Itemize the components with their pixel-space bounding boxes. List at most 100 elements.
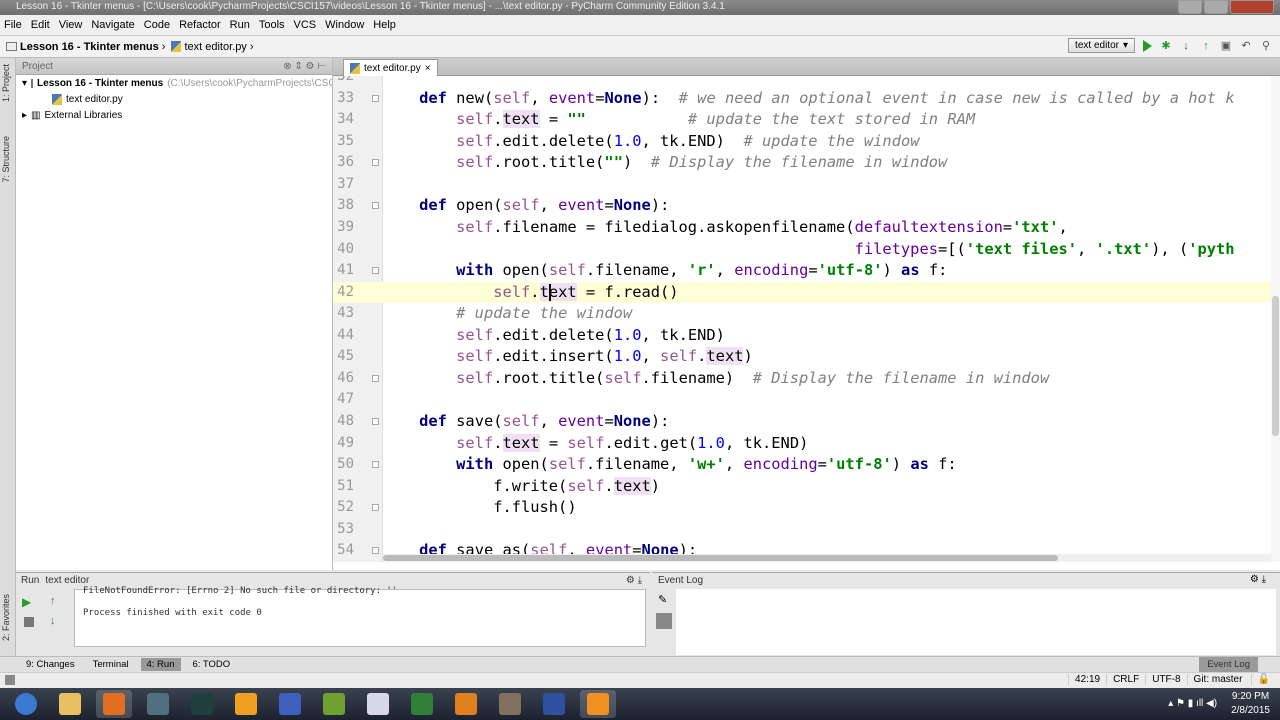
menu-help[interactable]: Help [373, 19, 396, 31]
vcs-branch[interactable]: Git: master [1186, 674, 1251, 685]
close-icon[interactable]: × [425, 63, 431, 74]
code-token: with [456, 455, 494, 474]
tree-item-file[interactable]: text editor.py [16, 91, 332, 107]
tab-event-log[interactable]: Event Log [1199, 657, 1258, 673]
tray-icons[interactable]: ▴ ⚑ ▮ ıll ◀) [1168, 697, 1217, 711]
menu-view[interactable]: View [59, 19, 83, 31]
tool-windows-icon[interactable] [5, 675, 15, 685]
rerun-icon[interactable]: ▶ [22, 595, 31, 609]
caret-position[interactable]: 42:19 [1068, 674, 1106, 685]
menu-file[interactable]: File [4, 19, 22, 31]
fold-icon[interactable] [372, 418, 379, 425]
scrollbar-thumb[interactable] [383, 555, 1058, 561]
code-text: # update the window [382, 303, 632, 325]
lock-icon[interactable]: 🔓 [1250, 674, 1276, 685]
taskbar-remote[interactable] [272, 690, 308, 718]
gear-icon[interactable]: ⚙ ⤓ [626, 575, 642, 586]
menu-refactor[interactable]: Refactor [179, 19, 221, 31]
gear-icon[interactable]: ⚙ ⤓ [1250, 574, 1266, 585]
menu-tools[interactable]: Tools [259, 19, 285, 31]
tree-item-libraries[interactable]: ▸ ▥ External Libraries [16, 107, 332, 123]
run-console[interactable]: FileNotFoundError: [Errno 2] No such fil… [74, 586, 646, 647]
code-token: , [724, 455, 744, 474]
project-header-label[interactable]: Project [22, 61, 53, 72]
line-number: 53 [337, 520, 354, 537]
line-number: 35 [337, 132, 354, 149]
event-log-header: Event Log [658, 575, 704, 586]
clear-icon[interactable] [656, 613, 672, 629]
menu-vcs[interactable]: VCS [294, 19, 317, 31]
code-token: def [419, 412, 447, 430]
taskbar-excel[interactable] [404, 690, 440, 718]
arrow-down-icon[interactable]: ↓ [50, 615, 56, 627]
fold-icon[interactable] [372, 159, 379, 167]
fold-icon[interactable] [372, 94, 379, 102]
tab-run[interactable]: 4: Run [140, 658, 181, 671]
word-icon [543, 693, 565, 715]
taskbar-sourcetree[interactable] [184, 690, 220, 718]
code-text: self.edit.insert(1.0, self.text) [382, 346, 753, 368]
arrow-up-icon[interactable]: ↑ [50, 595, 56, 607]
close-button[interactable] [1230, 0, 1274, 14]
breadcrumb-file[interactable]: text editor.py › [171, 41, 253, 53]
fold-icon[interactable] [372, 547, 379, 555]
menu-edit[interactable]: Edit [31, 19, 50, 31]
run-config-select[interactable]: text editor ▾ [1068, 38, 1135, 53]
fold-icon[interactable] [372, 504, 379, 512]
tree-item-project[interactable]: ▾ Lesson 16 - Tkinter menus (C:\Users\cook… [16, 75, 332, 91]
tab-todo[interactable]: 6: TODO [187, 658, 237, 671]
taskbar-firefox[interactable] [96, 690, 132, 718]
taskbar-vpn[interactable] [140, 690, 176, 718]
taskbar-pycharm-active[interactable] [580, 690, 616, 718]
vertical-scrollbar[interactable] [1271, 76, 1280, 562]
taskbar-movie-maker[interactable] [492, 690, 528, 718]
run-icon[interactable] [1143, 39, 1152, 52]
code-token: None [604, 88, 642, 107]
clock-time: 9:20 PM [1231, 691, 1270, 702]
minimize-button[interactable] [1178, 0, 1202, 14]
taskbar-pycharm[interactable] [448, 690, 484, 718]
search-icon[interactable]: ⚲ [1260, 40, 1272, 52]
settings-icon[interactable]: ✎ [658, 593, 667, 606]
fold-icon[interactable] [372, 267, 379, 275]
stop-icon[interactable] [24, 617, 34, 627]
code-area[interactable]: 32 33 def new(self, event=None): # we nee… [333, 76, 1280, 562]
code-token: 1.0 [697, 433, 725, 452]
menu-navigate[interactable]: Navigate [91, 19, 134, 31]
vcs-commit-icon[interactable]: ↑ [1200, 40, 1212, 52]
clock[interactable]: 9:20 PM 2/8/2015 [1231, 690, 1270, 718]
file-encoding[interactable]: UTF-8 [1145, 674, 1186, 685]
revert-icon[interactable]: ↶ [1240, 40, 1252, 52]
taskbar-vmware[interactable] [316, 690, 352, 718]
fold-icon[interactable] [372, 461, 379, 469]
tab-text-editor-py[interactable]: text editor.py × [343, 59, 438, 76]
menu-code[interactable]: Code [144, 19, 170, 31]
fold-icon[interactable] [372, 202, 379, 210]
code-token: # update the text stored in RAM [687, 110, 976, 129]
fold-icon[interactable] [372, 374, 379, 382]
taskbar-word[interactable] [536, 690, 572, 718]
scrollbar-thumb[interactable] [1272, 296, 1279, 436]
taskbar-start[interactable] [8, 690, 44, 718]
line-separator[interactable]: CRLF [1106, 674, 1145, 685]
breadcrumb-project[interactable]: Lesson 16 - Tkinter menus › [6, 41, 165, 53]
tab-project[interactable]: 1: Project [1, 64, 11, 102]
tab-terminal[interactable]: Terminal [87, 658, 135, 671]
taskbar-outlook[interactable] [228, 690, 264, 718]
taskbar-explorer[interactable] [52, 690, 88, 718]
taskbar-publisher[interactable] [360, 690, 396, 718]
tab-favorites[interactable]: 2: Favorites [1, 594, 11, 641]
tab-changes[interactable]: 9: Changes [20, 658, 81, 671]
menu-window[interactable]: Window [325, 19, 364, 31]
code-token: . [530, 282, 540, 301]
horizontal-scrollbar[interactable] [383, 554, 1273, 562]
menu-run[interactable]: Run [230, 19, 250, 31]
gear-icon[interactable]: ⊗ ⇕ ⚙ ⊢ [283, 61, 326, 72]
maximize-button[interactable] [1204, 0, 1228, 14]
compare-icon[interactable]: ▣ [1220, 40, 1232, 52]
vcs-update-icon[interactable]: ↓ [1180, 40, 1192, 52]
debug-icon[interactable]: ✱ [1160, 40, 1172, 52]
tab-structure[interactable]: 7: Structure [1, 136, 11, 183]
